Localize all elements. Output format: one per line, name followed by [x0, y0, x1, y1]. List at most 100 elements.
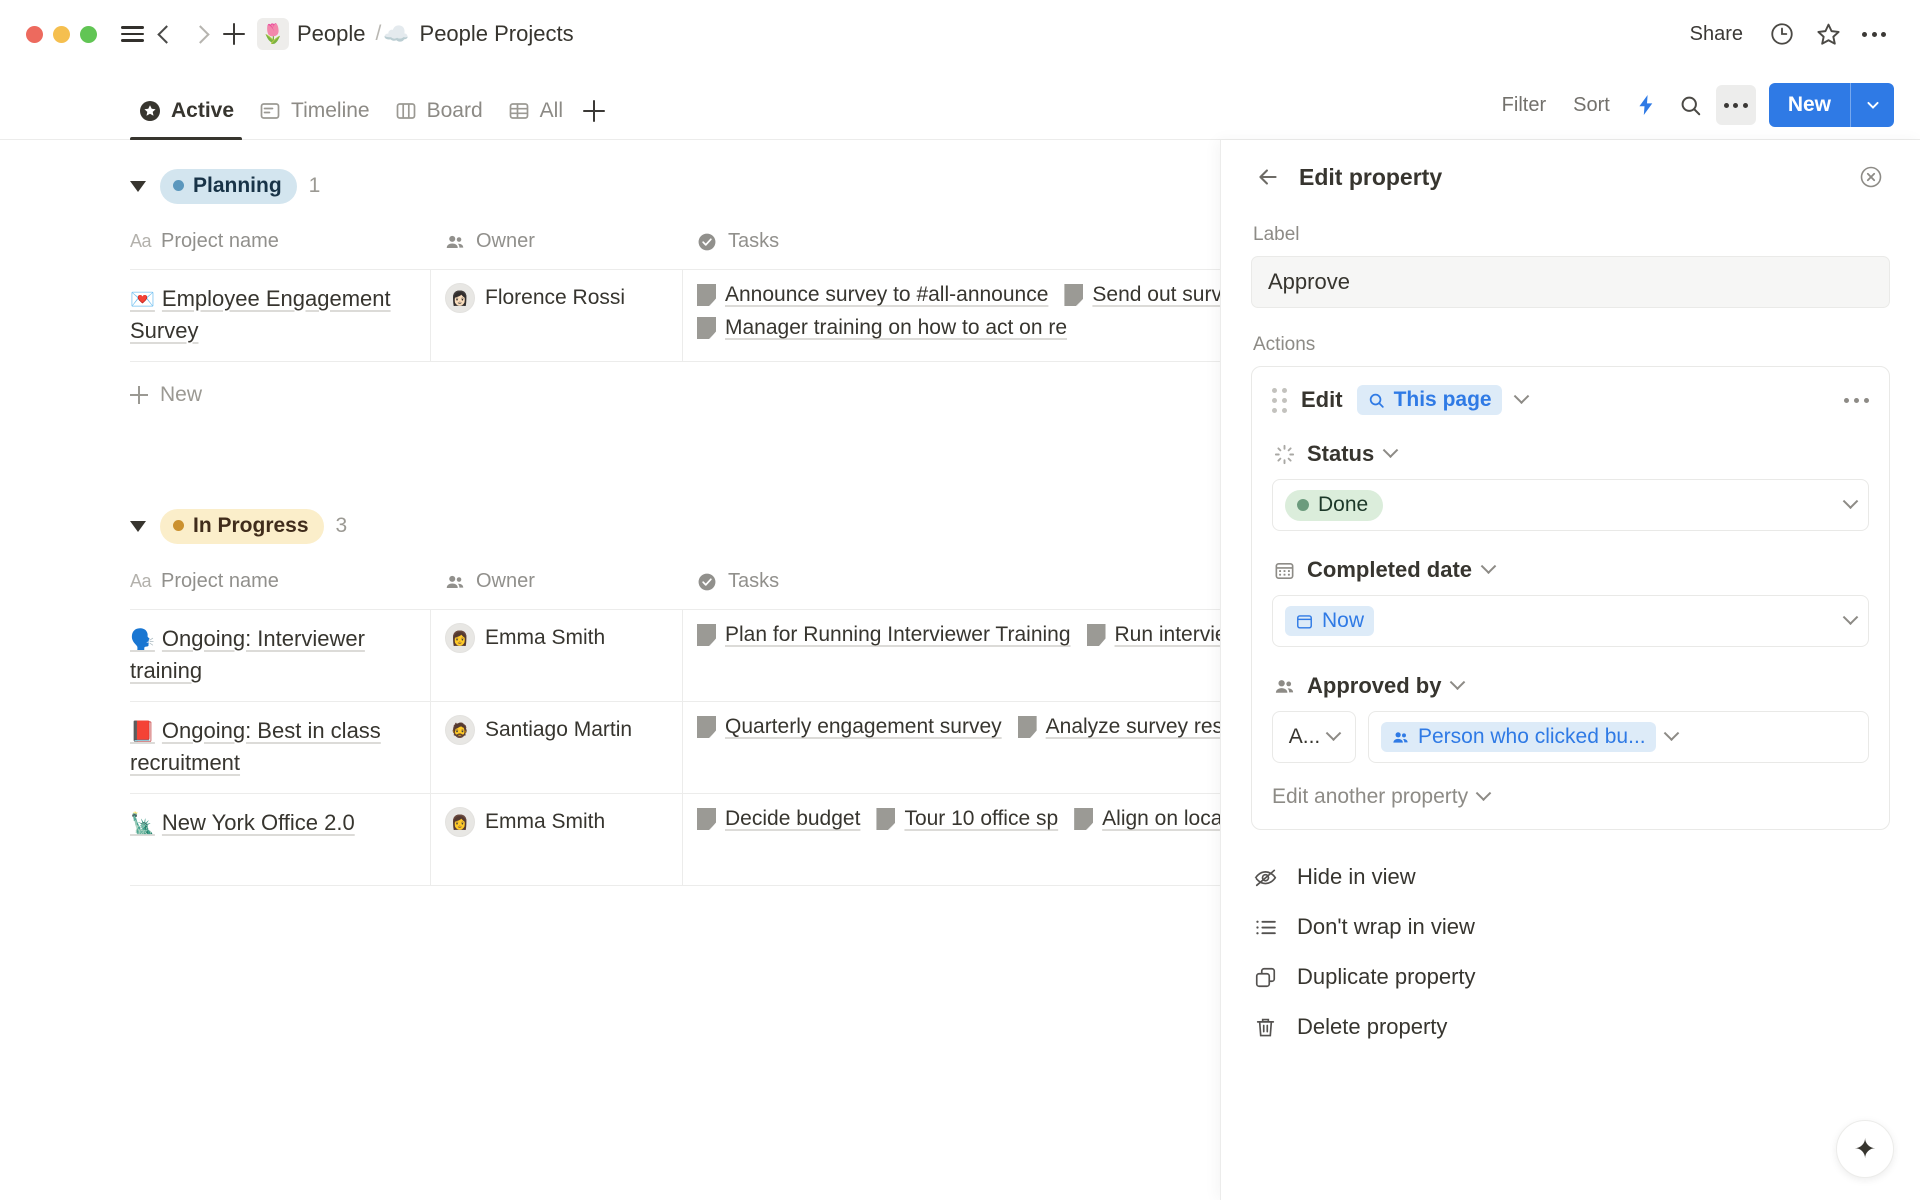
task-chip[interactable]: Decide budget — [697, 807, 860, 831]
view-tabs: Active Timeline Board All — [128, 68, 615, 141]
new-page-button[interactable] — [217, 17, 251, 51]
panel-back-button[interactable] — [1251, 160, 1285, 194]
column-header-project-name[interactable]: Aa Project name — [130, 570, 430, 593]
chevron-down-icon[interactable] — [1663, 724, 1679, 741]
minimize-window-button[interactable] — [53, 25, 70, 43]
menu-item-hide-in-view[interactable]: Hide in view — [1251, 852, 1890, 902]
page-more-button[interactable] — [1854, 14, 1894, 54]
panel-menu: Hide in view Don't wrap in view Duplicat… — [1251, 852, 1890, 1052]
status-value-select[interactable]: Done — [1272, 479, 1869, 531]
close-window-button[interactable] — [26, 25, 43, 43]
view-more-button[interactable] — [1715, 85, 1756, 125]
approved-by-operator-select[interactable]: A... — [1272, 711, 1356, 763]
cell-project-name[interactable]: 📕 Ongoing: Best in class recruitment — [130, 702, 430, 793]
column-header-owner[interactable]: Owner — [430, 230, 682, 253]
action-target-chip[interactable]: This page — [1356, 385, 1502, 415]
cell-owner[interactable]: 🧔 Santiago Martin — [430, 702, 682, 793]
breadcrumb-parent[interactable]: People — [289, 17, 374, 51]
avatar: 👩🏻 — [445, 283, 475, 313]
project-name-text: Ongoing: Best in class recruitment — [130, 718, 381, 775]
navigate-forward-button[interactable] — [183, 17, 217, 51]
chevron-down-icon[interactable] — [1513, 387, 1529, 404]
new-button[interactable]: New — [1768, 83, 1850, 127]
chevron-down-icon[interactable] — [1382, 441, 1399, 458]
group-status-pill[interactable]: In Progress — [160, 508, 324, 544]
project-title[interactable]: 📕 Ongoing: Best in class recruitment — [130, 715, 418, 779]
property-approved-by-header[interactable]: Approved by — [1272, 673, 1869, 699]
sidebar-toggle-button[interactable] — [115, 17, 149, 51]
tab-board[interactable]: Board — [384, 68, 493, 139]
chevron-down-icon[interactable] — [1450, 673, 1466, 690]
share-button[interactable]: Share — [1677, 16, 1756, 53]
page-icon — [697, 808, 716, 830]
task-chip[interactable]: Manager training on how to act on re — [697, 316, 1067, 340]
tab-label: Board — [426, 99, 483, 122]
project-title[interactable]: 🗣️ Ongoing: Interviewer training — [130, 623, 418, 687]
chevron-down-icon[interactable] — [1325, 724, 1342, 741]
approved-by-value-select[interactable]: Person who clicked bu... — [1368, 711, 1869, 763]
cell-owner[interactable]: 👩🏻 Florence Rossi — [430, 270, 682, 361]
date-value-chip: Now — [1285, 606, 1375, 636]
task-chip[interactable]: Tour 10 office sp — [876, 807, 1058, 831]
owner-chip[interactable]: 🧔 Santiago Martin — [445, 715, 670, 745]
owner-chip[interactable]: 👩 Emma Smith — [445, 807, 670, 837]
breadcrumb-child[interactable]: People Projects — [412, 17, 582, 51]
page-icon — [1017, 716, 1037, 738]
cell-owner[interactable]: 👩 Emma Smith — [430, 794, 682, 885]
task-chip[interactable]: Announce survey to #all-announce — [697, 283, 1048, 307]
menu-item-duplicate-property[interactable]: Duplicate property — [1251, 952, 1890, 1002]
menu-item-dont-wrap-in-view[interactable]: Don't wrap in view — [1251, 902, 1890, 952]
owner-chip[interactable]: 👩 Emma Smith — [445, 623, 670, 653]
edit-property-panel: Edit property Label Approve Actions Edit… — [1220, 140, 1920, 1200]
chevron-down-icon[interactable] — [1480, 557, 1497, 574]
column-label: Owner — [476, 570, 535, 592]
task-chip[interactable]: Send out survey — [1064, 283, 1244, 307]
navigate-back-button[interactable] — [149, 17, 183, 51]
page-icon — [1064, 284, 1084, 306]
ai-assistant-button[interactable]: ✦ — [1836, 1120, 1894, 1178]
property-completed-date-header[interactable]: Completed date — [1272, 557, 1869, 583]
cell-project-name[interactable]: 💌 Employee Engagement Survey — [130, 270, 430, 361]
project-title[interactable]: 🗽 New York Office 2.0 — [130, 807, 418, 839]
maximize-window-button[interactable] — [80, 25, 97, 43]
cell-owner[interactable]: 👩 Emma Smith — [430, 610, 682, 701]
project-title[interactable]: 💌 Employee Engagement Survey — [130, 283, 418, 347]
task-chip[interactable]: Plan for Running Interviewer Training — [697, 623, 1071, 647]
tab-all[interactable]: All — [497, 68, 573, 139]
drag-handle-icon[interactable] — [1272, 387, 1287, 413]
title-bar: 🌷 People / ☁️ People Projects Share — [0, 0, 1920, 68]
new-button-dropdown[interactable] — [1850, 83, 1894, 127]
approved-by-row: A... Person who clicked bu... — [1272, 711, 1869, 763]
action-more-button[interactable] — [1844, 397, 1869, 403]
collapse-caret-icon[interactable] — [130, 180, 146, 192]
label-input[interactable]: Approve — [1251, 256, 1890, 308]
property-status-header[interactable]: Status — [1272, 441, 1869, 467]
panel-close-button[interactable] — [1854, 160, 1888, 194]
menu-item-delete-property[interactable]: Delete property — [1251, 1002, 1890, 1052]
completed-date-value-select[interactable]: Now — [1272, 595, 1869, 647]
group-status-pill[interactable]: Planning — [160, 168, 297, 204]
task-chip[interactable]: Quarterly engagement survey — [697, 715, 1002, 739]
favorite-button[interactable] — [1808, 14, 1848, 54]
add-view-button[interactable] — [577, 68, 615, 139]
status-dot-icon — [173, 180, 184, 191]
chevron-down-icon[interactable] — [1842, 492, 1859, 509]
cell-project-name[interactable]: 🗽 New York Office 2.0 — [130, 794, 430, 885]
column-header-owner[interactable]: Owner — [430, 570, 682, 593]
column-header-project-name[interactable]: Aa Project name — [130, 230, 430, 253]
collapse-caret-icon[interactable] — [130, 520, 146, 532]
filter-button[interactable]: Filter — [1491, 87, 1557, 124]
automation-button[interactable] — [1626, 85, 1666, 125]
tab-timeline[interactable]: Timeline — [248, 68, 380, 139]
owner-chip[interactable]: 👩🏻 Florence Rossi — [445, 283, 670, 313]
trash-icon — [1251, 1015, 1279, 1040]
search-button[interactable] — [1671, 85, 1711, 125]
chevron-down-icon[interactable] — [1842, 608, 1859, 625]
tab-active[interactable]: Active — [128, 68, 244, 141]
edit-another-property-button[interactable]: Edit another property — [1272, 784, 1869, 809]
approved-by-operator-value: A... — [1288, 725, 1321, 748]
page-history-button[interactable] — [1762, 14, 1802, 54]
history-icon — [1771, 23, 1793, 45]
cell-project-name[interactable]: 🗣️ Ongoing: Interviewer training — [130, 610, 430, 701]
sort-button[interactable]: Sort — [1562, 87, 1621, 124]
